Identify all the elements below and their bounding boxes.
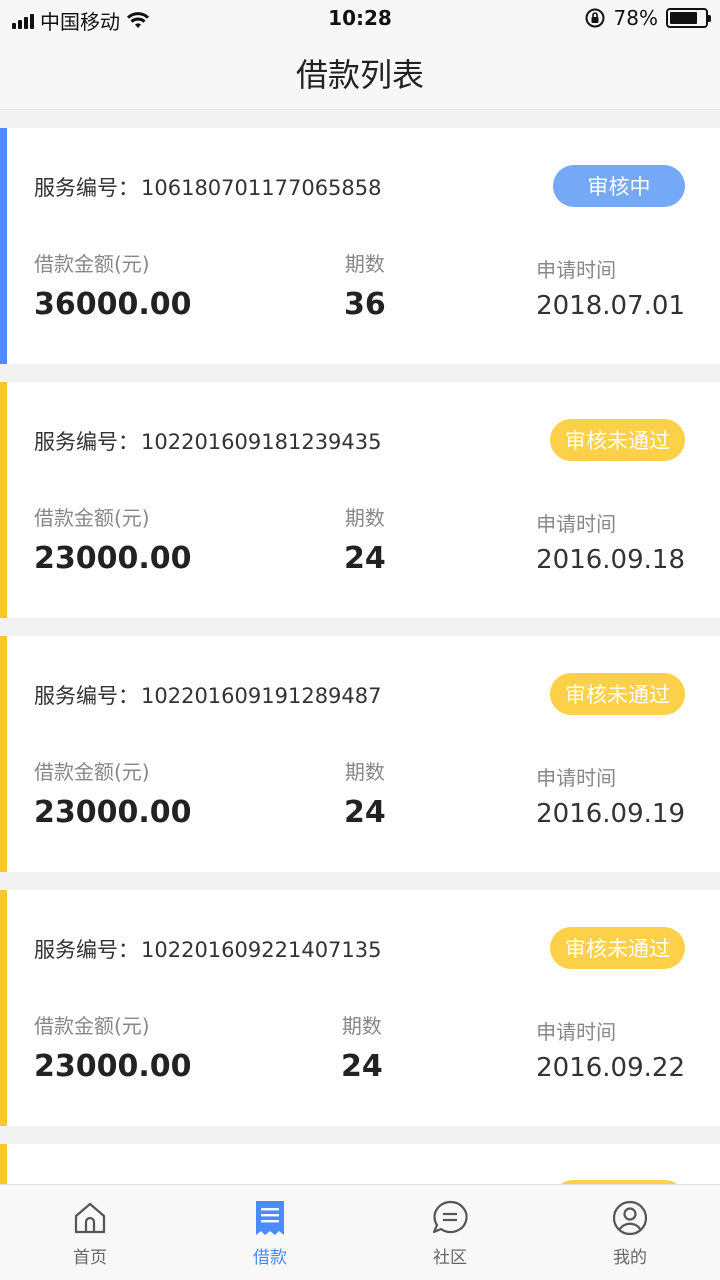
home-icon (74, 1202, 106, 1234)
loan-list: 服务编号：106180701177065858 审核中 借款金额(元) 3600… (0, 128, 720, 1220)
tab-loans[interactable]: 借款 (180, 1185, 360, 1280)
status-badge: 审核未通过 (550, 927, 685, 969)
term-column: 期数 24 (344, 502, 386, 576)
date-column: 申请时间 2016.09.19 (536, 762, 685, 829)
loan-card[interactable]: 服务编号：102201609181239435 审核未通过 借款金额(元) 23… (0, 382, 720, 618)
term-value: 24 (341, 1049, 383, 1084)
amount-value: 23000.00 (34, 541, 192, 576)
service-number: 102201609221407135 (141, 938, 382, 962)
battery-level (670, 12, 697, 24)
date-value: 2016.09.18 (536, 545, 685, 575)
date-value: 2016.09.19 (536, 799, 685, 829)
wifi-icon (127, 11, 149, 28)
amount-value: 23000.00 (34, 1049, 192, 1084)
amount-label: 借款金额(元) (34, 506, 150, 530)
service-number-label: 服务编号： (34, 684, 139, 708)
amount-label: 借款金额(元) (34, 1014, 150, 1038)
date-value: 2018.07.01 (536, 291, 685, 321)
service-number: 102201609181239435 (141, 430, 382, 454)
community-chat-icon (432, 1200, 468, 1234)
term-label: 期数 (344, 506, 385, 530)
amount-column: 借款金额(元) 36000.00 (34, 248, 192, 322)
tab-bar: 首页 借款 社区 我的 (0, 1184, 720, 1280)
battery-percent: 78% (613, 6, 658, 30)
term-label: 期数 (341, 1014, 382, 1038)
amount-column: 借款金额(元) 23000.00 (34, 1010, 192, 1084)
service-number-label: 服务编号： (34, 176, 139, 200)
term-label: 期数 (344, 252, 385, 276)
amount-label: 借款金额(元) (34, 252, 150, 276)
tab-label: 首页 (73, 1248, 107, 1268)
tab-label: 社区 (433, 1248, 467, 1268)
tab-label: 借款 (253, 1248, 287, 1268)
status-badge: 审核未通过 (550, 673, 685, 715)
date-label: 申请时间 (536, 1020, 617, 1044)
term-label: 期数 (344, 760, 385, 784)
loan-receipt-icon (256, 1201, 284, 1235)
date-label: 申请时间 (536, 512, 617, 536)
tab-home[interactable]: 首页 (0, 1185, 180, 1280)
service-number-row: 服务编号：102201609181239435 (34, 426, 382, 456)
date-column: 申请时间 2016.09.22 (536, 1016, 685, 1083)
service-number-row: 服务编号：102201609221407135 (34, 934, 382, 964)
amount-column: 借款金额(元) 23000.00 (34, 502, 192, 576)
service-number-row: 服务编号：106180701177065858 (34, 172, 382, 202)
status-bar: 中国移动 10:28 78% (0, 0, 720, 36)
service-number-label: 服务编号： (34, 938, 139, 962)
status-badge: 审核中 (553, 165, 685, 207)
status-left: 中国移动 (12, 6, 150, 35)
date-value: 2016.09.22 (536, 1053, 685, 1083)
loan-list-screen: 中国移动 10:28 78% 借款列表 服务编号：106180701177065… (0, 0, 720, 1280)
loan-card[interactable]: 服务编号：102201609221407135 审核未通过 借款金额(元) 23… (0, 890, 720, 1126)
term-value: 24 (344, 541, 386, 576)
status-badge: 审核未通过 (550, 419, 685, 461)
term-value: 36 (344, 287, 386, 322)
date-label: 申请时间 (536, 258, 617, 282)
loan-card[interactable]: 服务编号：106180701177065858 审核中 借款金额(元) 3600… (0, 128, 720, 364)
amount-label: 借款金额(元) (34, 760, 150, 784)
service-number: 106180701177065858 (141, 176, 382, 200)
date-label: 申请时间 (536, 766, 617, 790)
tab-profile[interactable]: 我的 (540, 1185, 720, 1280)
term-column: 期数 36 (344, 248, 386, 322)
date-column: 申请时间 2018.07.01 (536, 254, 685, 321)
battery-icon (666, 8, 711, 28)
amount-value: 36000.00 (34, 287, 192, 322)
loan-card[interactable]: 服务编号：102201609191289487 审核未通过 借款金额(元) 23… (0, 636, 720, 872)
status-right: 78% (584, 6, 711, 30)
service-number-label: 服务编号： (34, 430, 139, 454)
date-column: 申请时间 2016.09.18 (536, 508, 685, 575)
tab-label: 我的 (613, 1248, 647, 1268)
navigation-bar: 借款列表 (0, 36, 720, 110)
term-value: 24 (344, 795, 386, 830)
user-profile-icon (612, 1200, 648, 1236)
term-column: 期数 24 (344, 756, 386, 830)
amount-value: 23000.00 (34, 795, 192, 830)
signal-strength-icon (12, 13, 34, 29)
term-column: 期数 24 (341, 1010, 383, 1084)
service-number-row: 服务编号：102201609191289487 (34, 680, 382, 710)
orientation-lock-icon (585, 8, 605, 28)
amount-column: 借款金额(元) 23000.00 (34, 756, 192, 830)
carrier-label: 中国移动 (40, 10, 120, 34)
tab-community[interactable]: 社区 (360, 1185, 540, 1280)
service-number: 102201609191289487 (141, 684, 382, 708)
page-title: 借款列表 (295, 55, 424, 94)
